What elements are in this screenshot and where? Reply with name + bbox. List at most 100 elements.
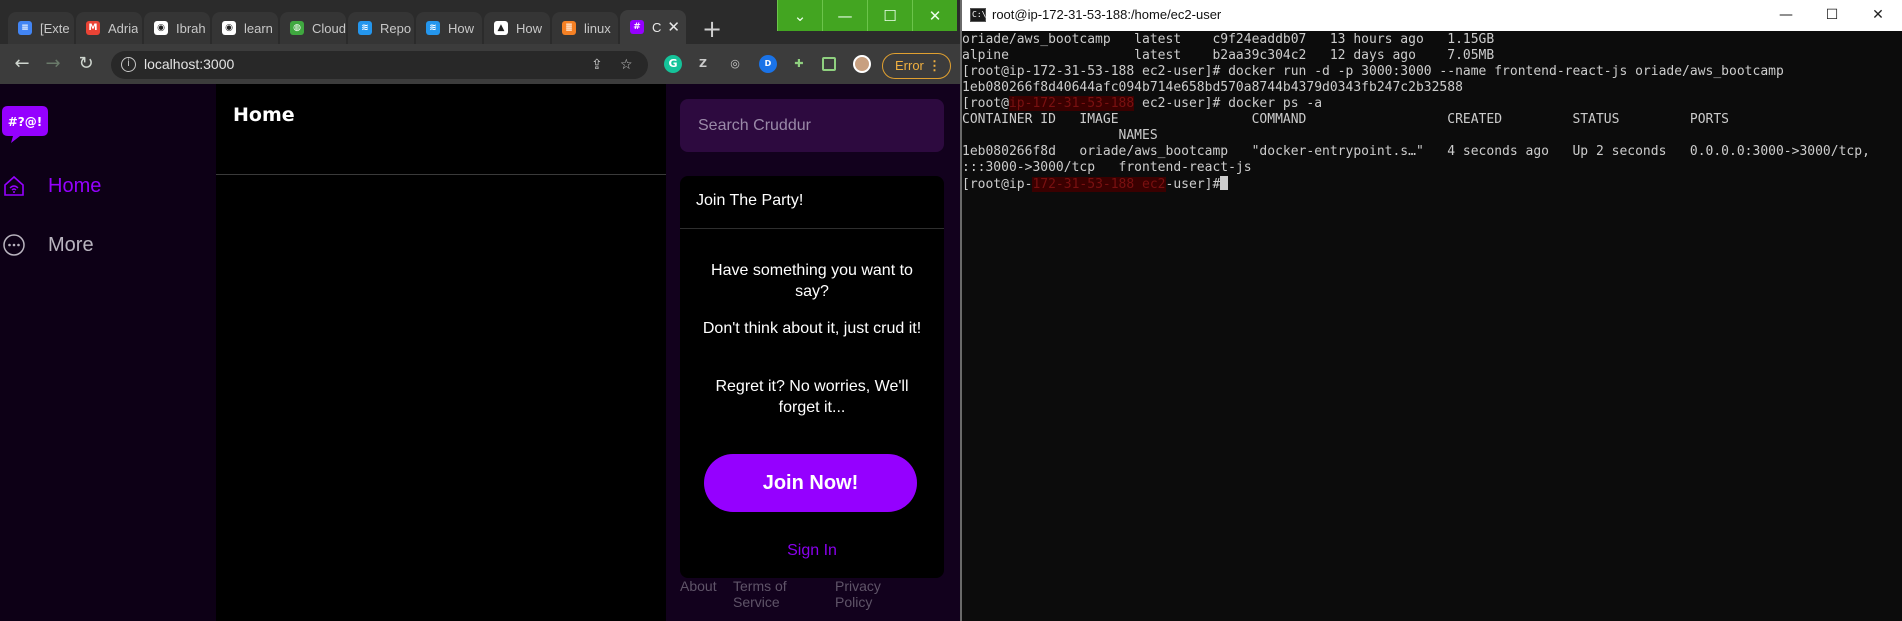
tab-label: [Exte — [40, 20, 70, 36]
footer-about-link[interactable]: About — [680, 578, 717, 594]
docker-icon: ≋ — [426, 21, 440, 35]
footer-terms-link[interactable]: Terms of Service — [733, 578, 813, 610]
redacted-hostname: 172-31-53-188 ec2 — [1032, 177, 1166, 192]
tab-label: How — [448, 20, 475, 36]
tab-label: Repo — [380, 20, 412, 36]
tab-label: Adria — [108, 20, 139, 36]
grammarly-icon[interactable]: G — [664, 55, 682, 73]
terminal-line: [root@ip-172-31-53-188 ec2-user]# docker… — [962, 96, 1902, 112]
browser-tab[interactable]: ≡ [Exte — [8, 12, 74, 44]
terminal-cursor — [1220, 176, 1229, 190]
terminal-line: alpine latest b2aa39c304c2 12 days ago 7… — [962, 48, 1495, 63]
browser-tab[interactable]: # C ✕ — [620, 10, 686, 44]
back-icon[interactable]: ← — [10, 52, 34, 76]
tab-label: How — [516, 20, 543, 36]
url-text[interactable]: localhost:3000 — [144, 56, 234, 72]
join-text-2: Don't think about it, just crud it! — [702, 320, 922, 337]
redacted-hostname: ip-172-31-53-188 — [1008, 96, 1135, 111]
browser-tab[interactable]: ▲ How — [484, 12, 550, 44]
stackoverflow-icon: ≣ — [562, 21, 576, 35]
github-icon: ◉ — [154, 21, 168, 35]
home-icon — [4, 175, 24, 196]
nav-item-more[interactable]: More — [0, 227, 94, 263]
terminal-output[interactable]: oriade/aws_bootcamp latest c9f24eaddb07 … — [962, 31, 1902, 621]
close-tab-icon[interactable]: ✕ — [667, 18, 680, 36]
browser-tab[interactable]: ≋ How — [416, 12, 482, 44]
nav-item-home[interactable]: Home — [0, 168, 101, 204]
github-icon: ◉ — [222, 21, 236, 35]
side-panel-icon[interactable] — [822, 57, 836, 71]
browser-tab[interactable]: ≋ Repo — [348, 12, 414, 44]
close-window-button[interactable]: ✕ — [912, 0, 957, 31]
divider — [680, 228, 944, 229]
browser-tab[interactable]: ◉ learn — [212, 12, 278, 44]
profile-avatar[interactable] — [853, 55, 871, 73]
tab-label: Cloud — [312, 20, 346, 36]
docker-icon: ≋ — [358, 21, 372, 35]
browser-tab[interactable]: ≣ linux — [552, 12, 618, 44]
extensions-puzzle-icon[interactable]: ✚ — [790, 55, 808, 73]
globe-icon: ◍ — [290, 21, 304, 35]
forward-icon[interactable]: → — [41, 52, 65, 76]
dlm-extension-icon[interactable]: D — [759, 55, 777, 73]
terminal-window: C:\ root@ip-172-31-53-188:/home/ec2-user… — [962, 0, 1902, 621]
sidebar: #?@! Home More — [0, 84, 216, 621]
tab-label: C — [652, 19, 662, 35]
close-icon[interactable]: ✕ — [1855, 0, 1901, 31]
sign-in-link[interactable]: Sign In — [680, 542, 944, 560]
address-bar[interactable]: i localhost:3000 ⇪ ☆ — [111, 51, 648, 79]
browser-window: ≡ [Exte M Adria ◉ Ibrah ◉ learn ◍ Cloud ≋ Repo ≋ How ▲… — [0, 0, 960, 621]
browser-toolbar: ← → ↻ i localhost:3000 ⇪ ☆ G Z ◎ D ✚ Err… — [0, 44, 960, 84]
site-info-icon[interactable]: i — [121, 57, 136, 72]
browser-tab[interactable]: ◍ Cloud — [280, 12, 346, 44]
footer-privacy-link[interactable]: Privacy Policy — [835, 578, 905, 610]
terminal-line: [root@ip-172-31-53-188 ec2-user]# docker… — [962, 64, 1784, 79]
terminal-titlebar: C:\ root@ip-172-31-53-188:/home/ec2-user… — [962, 0, 1902, 31]
menu-kebab-icon[interactable]: ⋮ — [928, 54, 941, 77]
browser-tab[interactable]: M Adria — [76, 12, 142, 44]
right-column: Join The Party! Have something you want … — [666, 84, 960, 621]
tab-search-button[interactable]: ⌄ — [777, 0, 822, 31]
gmail-icon: M — [86, 21, 100, 35]
bookmark-star-icon[interactable]: ☆ — [620, 57, 633, 73]
prompt-prefix: [root@ip- — [962, 177, 1033, 192]
window-controls: ⌄ — ☐ ✕ — [777, 0, 957, 31]
minimize-icon[interactable]: — — [1763, 0, 1809, 31]
cruddur-page: #?@! Home More Home Search Cruddur Join … — [0, 84, 960, 621]
error-button[interactable]: Error ⋮ — [882, 53, 951, 79]
maximize-button[interactable]: ☐ — [867, 0, 912, 31]
join-now-button[interactable]: Join Now! — [704, 454, 917, 512]
terminal-line: [root@ip-172-31-53-188 ec2-user]# — [962, 176, 1902, 192]
feed-panel: Home — [216, 84, 666, 621]
cruddur-icon: # — [630, 20, 644, 34]
join-title: Join The Party! — [696, 192, 804, 209]
cruddur-logo[interactable]: #?@! — [2, 104, 50, 144]
prompt-suffix: -user]# — [1165, 177, 1221, 192]
browser-tab[interactable]: ◉ Ibrah — [144, 12, 210, 44]
new-tab-button[interactable]: + — [698, 16, 726, 44]
error-label: Error — [895, 58, 924, 73]
linux-icon: ▲ — [494, 21, 508, 35]
terminal-line: oriade/aws_bootcamp latest c9f24eaddb07 … — [962, 32, 1495, 47]
more-icon — [3, 234, 25, 256]
terminal-line: :::3000->3000/tcp frontend-react-js — [962, 160, 1252, 175]
logo-text: #?@! — [8, 115, 43, 129]
prompt-prefix: [root@ — [962, 96, 1009, 111]
terminal-icon: C:\ — [970, 8, 986, 22]
zotero-icon[interactable]: Z — [694, 55, 712, 73]
nav-item-label: More — [48, 233, 94, 256]
minimize-button[interactable]: — — [822, 0, 867, 31]
search-input[interactable] — [680, 99, 944, 152]
share-icon[interactable]: ⇪ — [591, 57, 603, 73]
github-extension-icon[interactable]: ◎ — [726, 55, 744, 73]
prompt-command: ec2-user]# docker ps -a — [1134, 96, 1323, 111]
terminal-line: NAMES — [962, 128, 1158, 143]
reload-icon[interactable]: ↻ — [74, 52, 98, 76]
google-docs-icon: ≡ — [18, 21, 32, 35]
terminal-line: 1eb080266f8d oriade/aws_bootcamp "docker… — [962, 144, 1870, 159]
page-title: Home — [233, 104, 295, 126]
maximize-icon[interactable]: ☐ — [1809, 0, 1855, 31]
join-text-1: Have something you want to say? — [711, 262, 913, 300]
join-text-3: Regret it? No worries, We'll forget it..… — [715, 378, 909, 416]
nav-item-label: Home — [48, 174, 102, 197]
